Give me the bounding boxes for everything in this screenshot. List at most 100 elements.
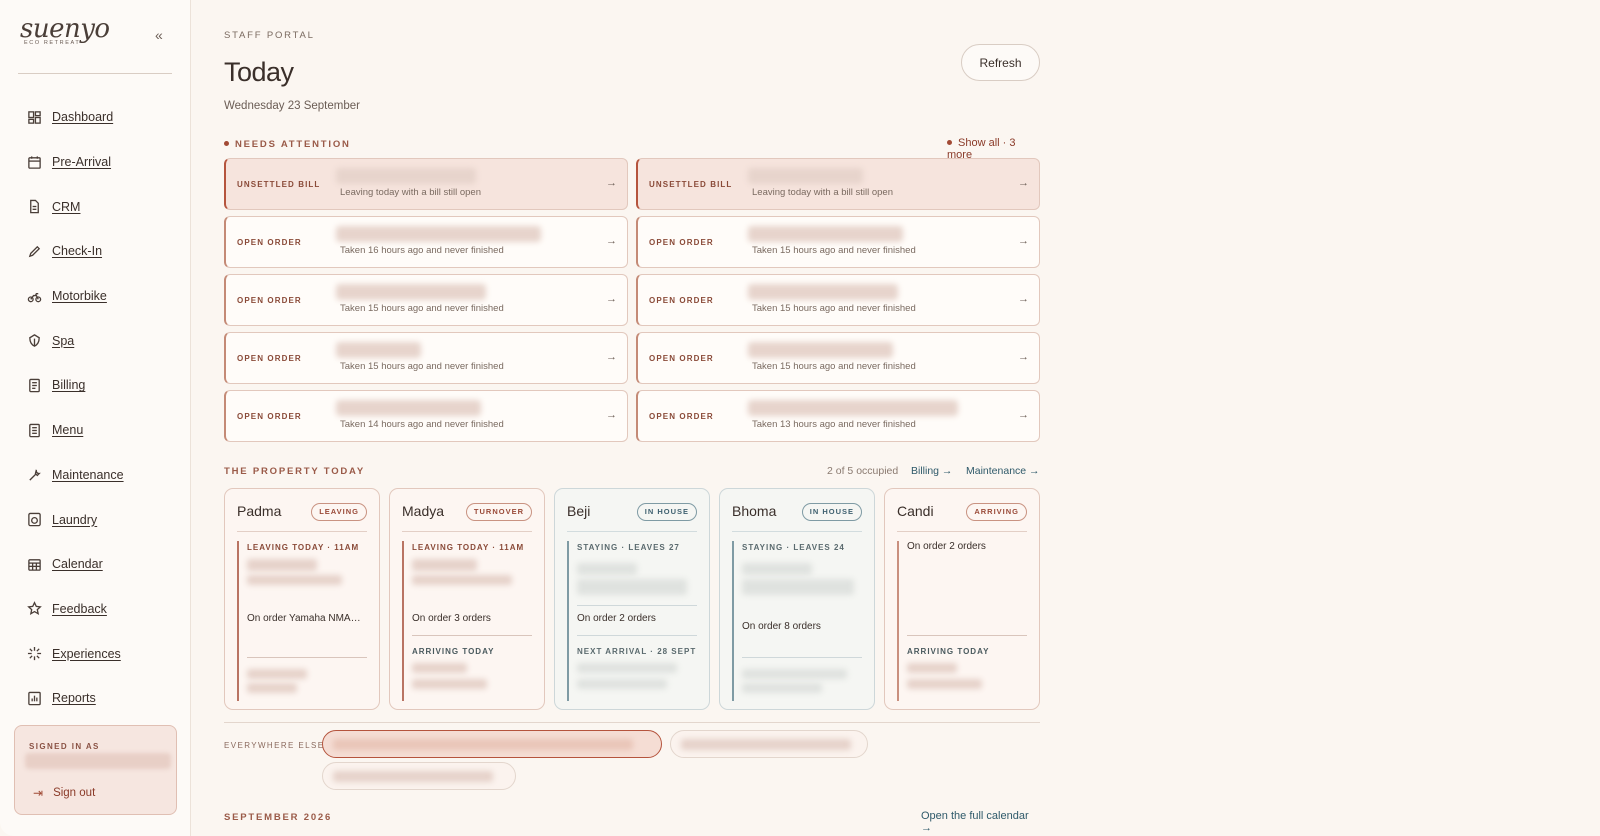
everywhere-chip[interactable] <box>670 730 868 758</box>
next-guest-redacted <box>742 669 847 679</box>
app: suenyo ECO RETREAT « Dashboard Pre-Arriv… <box>0 0 1600 836</box>
sidebar-item-dashboard[interactable]: Dashboard <box>26 95 124 140</box>
signed-in-user-redacted <box>25 753 171 769</box>
next-guest-redacted <box>247 669 307 679</box>
alert-type: UNSETTLED BILL <box>237 180 321 189</box>
sidebar-item-label: Menu <box>52 423 84 438</box>
sidebar-item-billing[interactable]: Billing <box>26 363 124 408</box>
everywhere-chip[interactable] <box>322 730 662 758</box>
alert-guest-redacted <box>748 226 903 242</box>
refresh-button[interactable]: Refresh <box>961 44 1040 81</box>
room-status: LEAVING TODAY · 11AM <box>412 543 525 552</box>
sidebar-item-label: Maintenance <box>52 467 124 482</box>
alert-card[interactable]: UNSETTLED BILL Leaving today with a bill… <box>636 158 1040 210</box>
room-status: STAYING · LEAVES 24 <box>742 543 845 552</box>
property-heading: THE PROPERTY TODAY <box>224 466 365 477</box>
room-status: LEAVING TODAY · 11AM <box>247 543 360 552</box>
sign-out-button[interactable]: ⇥ Sign out <box>33 786 95 800</box>
arrow-right-icon: → <box>1018 409 1029 421</box>
sign-out-label: Sign out <box>53 787 96 799</box>
sidebar-item-check-in[interactable]: Check-In <box>26 229 124 274</box>
alert-guest-redacted <box>748 342 893 358</box>
room-body: LEAVING TODAY · 11AM On order Yamaha NMA… <box>237 541 369 701</box>
star-icon <box>26 600 43 617</box>
room-name: Padma <box>237 503 282 519</box>
sidebar-item-label: CRM <box>52 199 81 214</box>
chip-text-redacted <box>333 739 633 750</box>
sidebar-item-menu[interactable]: Menu <box>26 408 124 453</box>
guest-name-redacted <box>247 559 317 571</box>
arriving-label: ARRIVING TODAY <box>412 647 495 656</box>
next-guest-detail-redacted <box>742 683 822 693</box>
alert-guest-redacted <box>336 400 481 416</box>
alert-description: Taken 15 hours ago and never finished <box>752 303 916 314</box>
chevrons-left-icon[interactable]: « <box>155 28 169 42</box>
alert-card[interactable]: OPEN ORDER Taken 15 hours ago and never … <box>224 274 628 326</box>
room-card[interactable]: Madya TURNOVER LEAVING TODAY · 11AM On o… <box>389 488 545 710</box>
alert-guest-redacted <box>748 284 898 300</box>
room-card[interactable]: Bhoma IN HOUSE STAYING · LEAVES 24 On or… <box>719 488 875 710</box>
sidebar-item-label: Laundry <box>52 512 98 527</box>
billing-link[interactable]: Billing → <box>911 465 952 477</box>
alert-guest-redacted <box>336 168 476 184</box>
arrow-right-icon: → <box>1018 235 1029 247</box>
room-body: STAYING · LEAVES 24 On order 8 orders <box>732 541 864 701</box>
sidebar-item-pre-arrival[interactable]: Pre-Arrival <box>26 140 124 185</box>
alert-description: Leaving today with a bill still open <box>752 187 894 198</box>
alert-description: Taken 14 hours ago and never finished <box>340 419 504 430</box>
sidebar: suenyo ECO RETREAT « Dashboard Pre-Arriv… <box>0 0 191 836</box>
alert-guest-redacted <box>336 284 486 300</box>
arrow-right-icon: → <box>1018 351 1029 363</box>
alert-card[interactable]: OPEN ORDER Taken 14 hours ago and never … <box>224 390 628 442</box>
alert-card[interactable]: OPEN ORDER Taken 15 hours ago and never … <box>636 216 1040 268</box>
on-order: On order 2 orders <box>577 613 656 624</box>
alert-description: Taken 13 hours ago and never finished <box>752 419 916 430</box>
alert-card[interactable]: OPEN ORDER Taken 15 hours ago and never … <box>636 274 1040 326</box>
sidebar-item-crm[interactable]: CRM <box>26 184 124 229</box>
guest-detail-redacted <box>742 579 854 595</box>
sidebar-item-reports[interactable]: Reports <box>26 676 124 721</box>
room-name: Madya <box>402 503 445 519</box>
alert-card[interactable]: UNSETTLED BILL Leaving today with a bill… <box>224 158 628 210</box>
open-calendar-link[interactable]: Open the full calendar → <box>921 810 1040 834</box>
on-order: On order 8 orders <box>742 621 821 632</box>
status-badge: IN HOUSE <box>636 503 697 521</box>
alert-guest-redacted <box>336 342 421 358</box>
maintenance-link[interactable]: Maintenance → <box>966 465 1040 477</box>
alert-type: OPEN ORDER <box>649 238 714 247</box>
room-card[interactable]: Candi ARRIVING On order 2 orders ARRIVIN… <box>884 488 1040 710</box>
room-divider <box>237 531 367 532</box>
alert-card[interactable]: OPEN ORDER Taken 15 hours ago and never … <box>636 332 1040 384</box>
sidebar-item-label: Check-In <box>52 244 103 259</box>
room-card[interactable]: Padma LEAVING LEAVING TODAY · 11AM On or… <box>224 488 380 710</box>
everywhere-chip[interactable] <box>322 762 516 790</box>
alert-description: Taken 16 hours ago and never finished <box>340 245 504 256</box>
sidebar-item-calendar[interactable]: Calendar <box>26 542 124 587</box>
on-order: On order Yamaha NMAX … <box>247 613 367 624</box>
signed-in-panel: SIGNED IN AS ⇥ Sign out <box>14 725 177 815</box>
sidebar-item-feedback[interactable]: Feedback <box>26 587 124 632</box>
chart-icon <box>26 690 43 707</box>
sidebar-item-maintenance[interactable]: Maintenance <box>26 453 124 498</box>
alert-card[interactable]: OPEN ORDER Taken 15 hours ago and never … <box>224 332 628 384</box>
sidebar-item-spa[interactable]: Spa <box>26 318 124 363</box>
alert-type: OPEN ORDER <box>649 412 714 421</box>
arriving-guest-redacted <box>907 663 957 673</box>
room-line <box>742 657 862 658</box>
arrow-right-icon: → <box>606 235 617 247</box>
room-line <box>577 635 697 636</box>
alert-card[interactable]: OPEN ORDER Taken 13 hours ago and never … <box>636 390 1040 442</box>
on-order: On order 2 orders <box>907 541 986 552</box>
sidebar-item-laundry[interactable]: Laundry <box>26 497 124 542</box>
next-arrival-redacted <box>577 663 677 673</box>
alert-description: Taken 15 hours ago and never finished <box>340 361 504 372</box>
sidebar-item-experiences[interactable]: Experiences <box>26 631 124 676</box>
alert-card[interactable]: OPEN ORDER Taken 16 hours ago and never … <box>224 216 628 268</box>
arriving-detail-redacted <box>907 679 982 689</box>
alert-guest-redacted <box>748 400 958 416</box>
room-card[interactable]: Beji IN HOUSE STAYING · LEAVES 27 On ord… <box>554 488 710 710</box>
guest-detail-redacted <box>247 575 342 585</box>
sidebar-item-motorbike[interactable]: Motorbike <box>26 274 124 319</box>
sidebar-item-label: Motorbike <box>52 289 107 304</box>
room-status: STAYING · LEAVES 27 <box>577 543 680 552</box>
